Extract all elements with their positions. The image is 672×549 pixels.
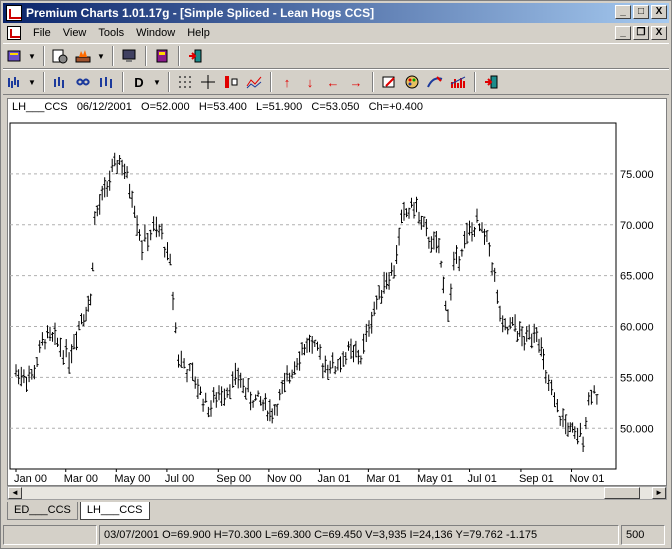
y-tick-label: 55.000 [620,372,654,384]
edit-pencil-icon[interactable] [378,72,400,92]
crosshair-icon[interactable] [197,72,219,92]
palette-icon[interactable] [401,72,423,92]
menu-window[interactable]: Window [130,27,181,39]
chart-toolbar: ▼ D ▼ ↑ ↓ ← → [3,69,669,95]
maximize-button[interactable]: □ [633,5,649,19]
mdi-minimize-button[interactable]: _ [615,26,631,40]
y-tick-label: 60.000 [620,322,654,334]
y-tick-label: 75.000 [620,169,654,181]
x-tick-label: Jan 01 [317,473,350,485]
chevron-down-icon[interactable]: ▼ [151,72,163,92]
main-toolbar: ▼ ▼ [3,43,669,69]
close-button[interactable]: X [651,5,667,19]
bar-chart-type-icon[interactable] [3,72,25,92]
status-empty [3,525,97,545]
study-chart-icon[interactable] [447,72,469,92]
book-icon[interactable] [151,46,173,66]
grid-dots-icon[interactable] [174,72,196,92]
x-tick-label: Mar 00 [64,473,98,485]
mdi-close-button[interactable]: X [651,26,667,40]
horizontal-scrollbar[interactable]: ◄ ► [7,486,667,500]
expand-bars-icon[interactable] [95,72,117,92]
minimize-button[interactable]: _ [615,5,631,19]
chart-settings-icon[interactable] [49,46,71,66]
status-bar: 03/07/2001 O=69.900 H=70.300 L=69.300 C=… [3,525,669,545]
menu-help[interactable]: Help [181,27,216,39]
y-tick-label: 70.000 [620,220,654,232]
y-axis-labels: 75.000 70.000 65.000 60.000 55.000 50.000 [620,169,654,435]
y-tick-label: 50.000 [620,423,654,435]
document-chart-icon[interactable] [7,26,21,40]
exit-door-icon[interactable] [184,46,206,66]
window-title: Premium Charts 1.01.17g - [Simple Splice… [26,6,375,20]
scroll-left-icon[interactable]: ◄ [8,487,22,499]
scroll-thumb[interactable] [604,487,640,499]
chevron-down-icon[interactable]: ▼ [26,46,38,66]
x-tick-label: Jan 00 [14,473,47,485]
x-tick-label: Jul 00 [165,473,194,485]
x-tick-label: May 01 [417,473,453,485]
x-tick-label: Mar 01 [366,473,400,485]
menu-tools[interactable]: Tools [92,27,130,39]
bar-marker-icon[interactable] [220,72,242,92]
title-bar[interactable]: Premium Charts 1.01.17g - [Simple Splice… [3,3,669,23]
arrow-up-icon[interactable]: ↑ [276,72,298,92]
arrow-right-icon[interactable]: → [345,72,367,92]
symbol-tabs: ED___CCS LH___CCS [7,502,152,520]
scroll-right-icon[interactable]: ► [652,487,666,499]
mdi-restore-button[interactable]: ❐ [633,26,649,40]
y-tick-label: 65.000 [620,271,654,283]
chevron-down-icon[interactable]: ▼ [26,72,38,92]
chevron-down-icon[interactable]: ▼ [95,46,107,66]
plot-frame [9,122,617,470]
x-tick-label: Nov 01 [570,473,605,485]
exit-door-icon[interactable] [480,72,502,92]
price-chart[interactable]: 75.000 70.000 65.000 60.000 55.000 50.000 Jan… [8,99,666,485]
x-axis-labels: Jan 00 Mar 00 May 00 Jul 00 Sep 00 Nov 00 Jan … [14,469,604,485]
draw-line-icon[interactable] [424,72,446,92]
menu-bar: File View Tools Window Help _ ❐ X [3,24,669,42]
menu-view[interactable]: View [57,27,93,39]
app-chart-icon[interactable] [6,5,22,21]
x-tick-label: Jul 01 [468,473,497,485]
arrow-left-icon[interactable]: ← [322,72,344,92]
menu-file[interactable]: File [27,27,57,39]
period-selector[interactable]: D [128,72,150,92]
open-database-icon[interactable] [3,46,25,66]
tab-lh-ccs[interactable]: LH___CCS [79,502,150,520]
x-tick-label: Nov 00 [267,473,302,485]
tab-ed-ccs[interactable]: ED___CCS [7,502,78,520]
x-tick-label: Sep 01 [519,473,554,485]
x-tick-label: Sep 00 [216,473,251,485]
monitor-icon[interactable] [118,46,140,66]
chart-panel[interactable]: LH___CCS 06/12/2001 O=52.000 H=53.400 L=… [7,98,667,486]
app-window: Premium Charts 1.01.17g - [Simple Splice… [0,0,672,549]
zoom-bars-icon[interactable] [49,72,71,92]
arrow-down-icon[interactable]: ↓ [299,72,321,92]
fire-icon[interactable] [72,46,94,66]
chain-link-icon[interactable] [72,72,94,92]
status-cursor-info: 03/07/2001 O=69.900 H=70.300 L=69.300 C=… [99,525,619,545]
x-tick-label: May 00 [114,473,150,485]
status-bar-count: 500 [621,525,665,545]
indicator-lines-icon[interactable] [243,72,265,92]
